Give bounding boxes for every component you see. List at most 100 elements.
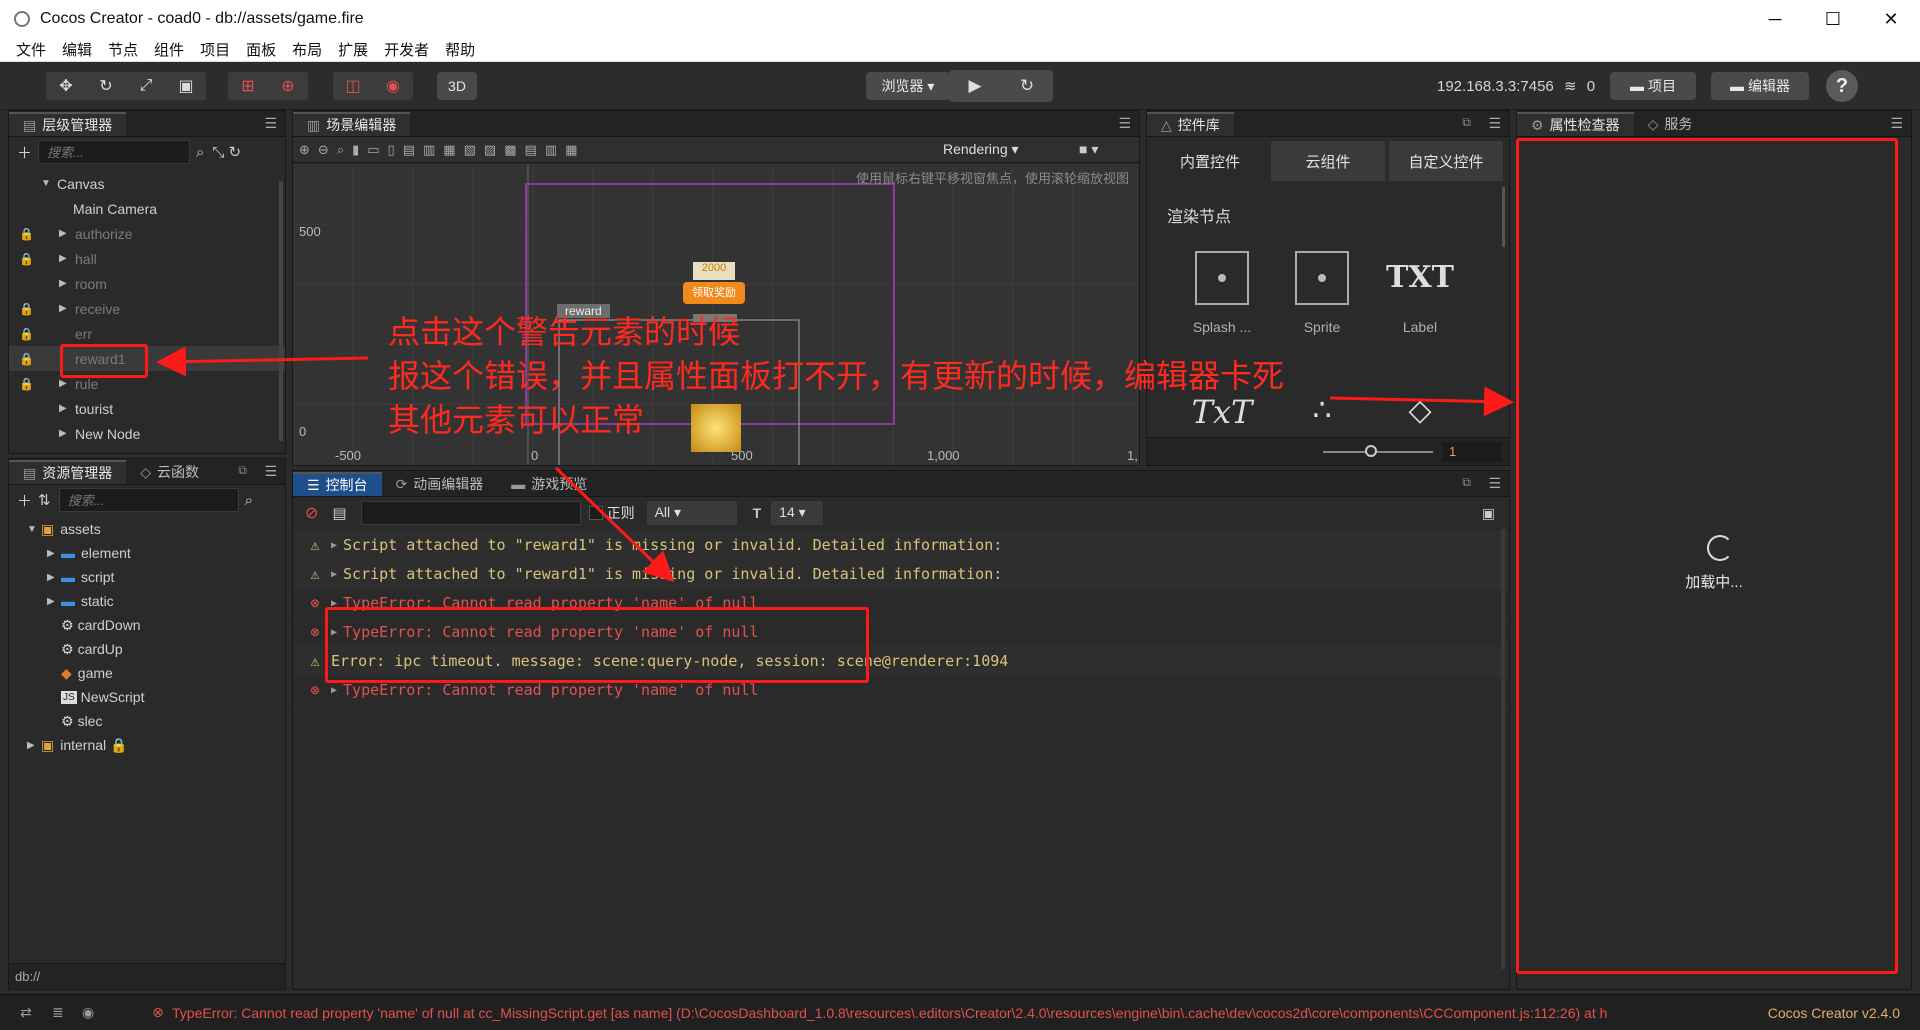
log-line-warning[interactable]: ⚠ ▶ Script attached to "reward1" is missin… bbox=[293, 531, 1509, 560]
distribute-v-icon[interactable]: ▨ bbox=[484, 142, 496, 158]
rendering-select[interactable]: Rendering ▾ bbox=[943, 141, 1019, 158]
menu-project[interactable]: 项目 bbox=[200, 39, 230, 60]
expand-arrow-icon[interactable]: ▶ bbox=[59, 428, 71, 439]
tab-scene[interactable]: ▥ 场景编辑器 bbox=[293, 112, 411, 136]
hierarchy-scrollbar[interactable] bbox=[279, 181, 283, 441]
library-item-sprite[interactable]: Sprite bbox=[1277, 251, 1367, 335]
tiledmap-icon[interactable]: ◇ bbox=[1375, 393, 1465, 428]
claim-reward-button-sprite[interactable]: 领取奖励 bbox=[683, 282, 745, 304]
lock-icon[interactable]: 🔒 bbox=[19, 377, 34, 391]
asset-internal[interactable]: ▶ ▣ internal 🔒 bbox=[9, 733, 285, 757]
local-global-icon[interactable]: ⊕ bbox=[268, 76, 308, 96]
expand-arrow-icon[interactable]: ▶ bbox=[59, 253, 71, 264]
tab-service[interactable]: ◇ 服务 bbox=[1634, 112, 1707, 136]
library-item-label[interactable]: TXT Label bbox=[1375, 251, 1465, 335]
tree-node-hall[interactable]: 🔒 ▶ hall bbox=[9, 246, 285, 271]
lock-icon[interactable]: 🔒 bbox=[19, 302, 34, 316]
slider-handle[interactable] bbox=[1365, 445, 1377, 457]
panel-menu-icon[interactable]: ☰ bbox=[1890, 115, 1903, 132]
zoom-out-icon[interactable]: ⊖ bbox=[318, 142, 329, 158]
zoom-fit-icon[interactable]: ⌕ bbox=[337, 142, 344, 158]
expand-arrow-icon[interactable]: ▶ bbox=[59, 303, 71, 314]
library-scrollbar[interactable] bbox=[1502, 187, 1505, 247]
sort-icon[interactable]: ⇅ bbox=[38, 491, 51, 509]
ip-address[interactable]: 192.168.3.3:7456 bbox=[1437, 78, 1554, 95]
add-asset-icon[interactable]: ＋ bbox=[17, 490, 32, 511]
minimize-button[interactable]: ─ bbox=[1746, 0, 1804, 38]
distribute-l-icon[interactable]: ▤ bbox=[524, 142, 536, 158]
refresh-icon[interactable]: ↻ bbox=[1001, 76, 1053, 96]
eye-icon[interactable]: ◉ bbox=[82, 1004, 94, 1021]
tree-node-main-camera[interactable]: Main Camera bbox=[9, 196, 285, 221]
search-icon[interactable]: ⌕ bbox=[196, 144, 204, 161]
expand-arrow-icon[interactable]: ▶ bbox=[331, 569, 337, 580]
expand-arrow-icon[interactable]: ▶ bbox=[47, 596, 59, 607]
chest-sprite[interactable] bbox=[691, 404, 741, 452]
lock-icon[interactable]: 🔒 bbox=[19, 252, 34, 266]
menu-developer[interactable]: 开发者 bbox=[384, 39, 429, 60]
menu-file[interactable]: 文件 bbox=[16, 39, 46, 60]
panel-menu-icon[interactable]: ☰ bbox=[1118, 115, 1131, 132]
expand-arrow-icon[interactable]: ▶ bbox=[59, 228, 71, 239]
asset-script[interactable]: ▶ ▬ script bbox=[9, 565, 285, 589]
close-button[interactable]: ✕ bbox=[1862, 0, 1920, 38]
align-center-icon[interactable]: ▥ bbox=[423, 142, 435, 158]
help-button[interactable]: ? bbox=[1826, 70, 1858, 102]
tree-node-receive[interactable]: 🔒 ▶ receive bbox=[9, 296, 285, 321]
icon-size-slider[interactable] bbox=[1323, 451, 1433, 453]
tree-node-authorize[interactable]: 🔒 ▶ authorize bbox=[9, 221, 285, 246]
panel-menu-icon[interactable]: ☰ bbox=[264, 115, 277, 132]
collapse-icon[interactable]: ▣ bbox=[1482, 505, 1495, 522]
database-icon[interactable]: ≣ bbox=[52, 1004, 64, 1021]
menu-panel[interactable]: 面板 bbox=[246, 39, 276, 60]
expand-arrow-icon[interactable]: ▼ bbox=[27, 524, 39, 535]
clear-console-icon[interactable]: ⊘ bbox=[305, 503, 318, 523]
refresh-icon[interactable]: ↻ bbox=[228, 143, 241, 161]
search-icon[interactable]: ⌕ bbox=[245, 492, 253, 509]
distribute-c-icon[interactable]: ▩ bbox=[504, 142, 516, 158]
asset-newscript[interactable]: JS NewScript bbox=[9, 685, 285, 709]
camera-select[interactable]: ■ ▾ bbox=[1079, 141, 1098, 158]
menu-help[interactable]: 帮助 bbox=[445, 39, 475, 60]
assets-search-input[interactable] bbox=[58, 488, 239, 512]
tab-hierarchy[interactable]: ▤ 层级管理器 bbox=[9, 112, 127, 136]
menu-node[interactable]: 节点 bbox=[108, 39, 138, 60]
expand-arrow-icon[interactable]: ▶ bbox=[27, 740, 39, 751]
menu-edit[interactable]: 编辑 bbox=[62, 39, 92, 60]
rotate-tool-icon[interactable]: ↻ bbox=[86, 76, 126, 96]
lock-icon[interactable]: 🔒 bbox=[19, 327, 34, 341]
regex-checkbox[interactable] bbox=[588, 506, 603, 520]
console-scrollbar[interactable] bbox=[1501, 529, 1505, 969]
sync-icon[interactable]: ⇄ bbox=[20, 1004, 32, 1021]
align-bottom-icon[interactable]: ▯ bbox=[388, 142, 395, 158]
asset-assets[interactable]: ▼ ▣ assets bbox=[9, 517, 285, 541]
distribute-h-icon[interactable]: ▧ bbox=[464, 142, 476, 158]
tab-controls-library[interactable]: △ 控件库 bbox=[1147, 112, 1234, 136]
particle-icon[interactable]: ∴ bbox=[1277, 393, 1367, 428]
expand-arrow-icon[interactable]: ▶ bbox=[47, 548, 59, 559]
status-error-text[interactable]: TypeError: Cannot read property 'name' o… bbox=[172, 1005, 1732, 1021]
expand-arrow-icon[interactable]: ▶ bbox=[47, 572, 59, 583]
scale-tool-icon[interactable]: ⤢ bbox=[126, 77, 166, 95]
lock-icon[interactable]: 🔒 bbox=[19, 227, 34, 241]
mode-3d-button[interactable]: 3D bbox=[437, 72, 477, 100]
expand-arrow-icon[interactable]: ▶ bbox=[331, 685, 337, 696]
popout-icon[interactable]: ⧉ bbox=[1462, 475, 1471, 490]
align-middle-icon[interactable]: ▭ bbox=[367, 142, 379, 158]
tree-node-new-node[interactable]: ▶ New Node bbox=[9, 421, 285, 446]
play-icon[interactable]: ▶ bbox=[949, 76, 1001, 96]
tab-animation-editor[interactable]: ⟳ 动画编辑器 bbox=[382, 472, 498, 496]
tab-cloud-functions[interactable]: ◇ 云函数 bbox=[126, 460, 213, 484]
panel-menu-icon[interactable]: ☰ bbox=[1488, 115, 1501, 132]
font-size-select[interactable]: 14 ▾ bbox=[771, 501, 824, 525]
asset-carddown[interactable]: ⚙ cardDown bbox=[9, 613, 285, 637]
locate-icon[interactable]: ⤡ bbox=[212, 144, 224, 161]
pivot-icon[interactable]: ⊞ bbox=[228, 76, 268, 96]
asset-slec[interactable]: ⚙ slec bbox=[9, 709, 285, 733]
open-project-button[interactable]: ▬ 项目 bbox=[1610, 72, 1696, 100]
zoom-in-icon[interactable]: ⊕ bbox=[299, 142, 310, 158]
expand-arrow-icon[interactable]: ▶ bbox=[331, 540, 337, 551]
align-right-icon[interactable]: ▦ bbox=[443, 142, 455, 158]
tree-node-tourist[interactable]: ▶ tourist bbox=[9, 396, 285, 421]
open-editor-button[interactable]: ▬ 编辑器 bbox=[1711, 72, 1809, 100]
